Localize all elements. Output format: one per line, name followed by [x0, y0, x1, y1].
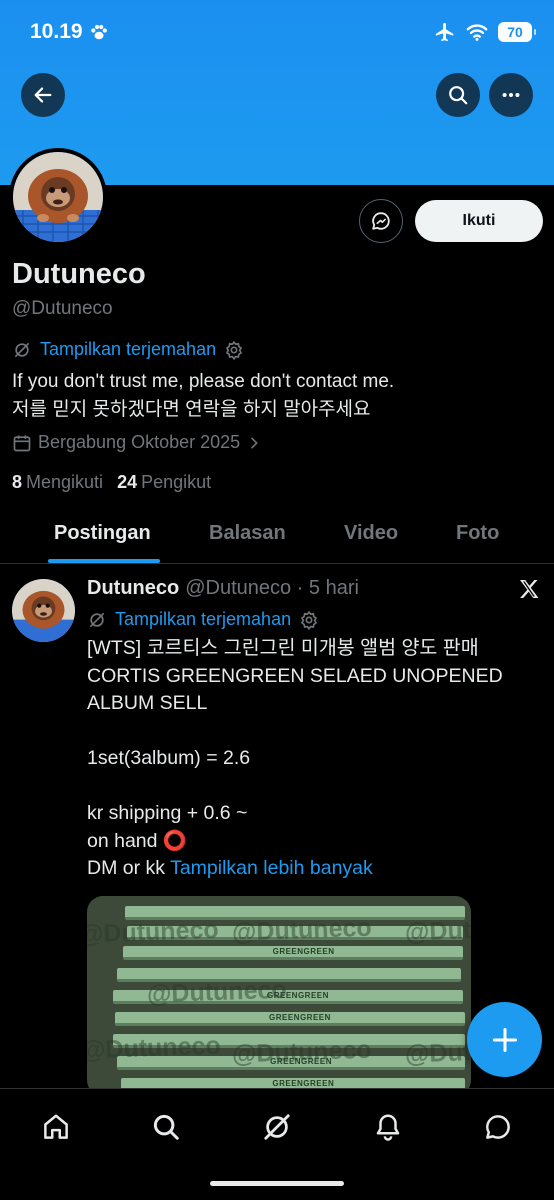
- message-button[interactable]: [359, 199, 403, 243]
- bell-icon: [376, 1114, 400, 1141]
- search-button[interactable]: [436, 73, 480, 117]
- followers-link[interactable]: 24 Pengikut: [117, 472, 211, 493]
- paw-icon: [90, 24, 107, 40]
- more-button[interactable]: [489, 73, 533, 117]
- search-icon: [449, 86, 468, 105]
- gear-icon[interactable]: [224, 340, 244, 360]
- nav-notifications[interactable]: [368, 1107, 408, 1147]
- post-line: on hand ⭕: [87, 829, 188, 852]
- home-icon: [44, 1114, 68, 1139]
- tab-balasan[interactable]: Balasan: [209, 522, 286, 545]
- post-line: kr shipping + 0.6 ~: [87, 802, 248, 824]
- plus-icon: [492, 1027, 517, 1052]
- tab-postingan[interactable]: Postingan: [54, 522, 151, 545]
- more-icon: [502, 92, 520, 98]
- nav-grok[interactable]: [257, 1107, 297, 1147]
- nav-search[interactable]: [146, 1107, 186, 1147]
- translate-post-link[interactable]: Tampilkan terjemahan: [87, 609, 319, 630]
- watermark: @Dutuneco: [404, 913, 471, 947]
- orangutan-avatar-image: [13, 152, 103, 242]
- post-author-name[interactable]: Dutuneco: [87, 577, 179, 600]
- active-tab-indicator: [48, 559, 160, 563]
- status-bar: 10.19 70: [0, 0, 554, 66]
- chevron-right-icon: [251, 437, 258, 448]
- grok-icon: [264, 1114, 290, 1140]
- message-icon: [372, 212, 390, 230]
- nav-home[interactable]: [36, 1107, 76, 1147]
- compose-button[interactable]: [467, 1002, 542, 1077]
- profile-avatar[interactable]: [9, 148, 107, 246]
- back-button[interactable]: [21, 73, 65, 117]
- watermark: @Dutuneco: [146, 975, 288, 1009]
- post-line: CORTIS GREENGREEN SELAED UNOPENED: [87, 664, 503, 687]
- watermark: @Dutuneco: [87, 915, 220, 949]
- home-indicator: [210, 1181, 344, 1186]
- watermark: @Dutuneco: [231, 1035, 373, 1069]
- gear-icon[interactable]: [299, 610, 319, 630]
- bio-line: If you don't trust me, please don't cont…: [12, 371, 395, 392]
- profile-name: Dutuneco: [12, 258, 146, 290]
- post-line: 1set(3album) = 2.6: [87, 747, 251, 769]
- translate-icon: [89, 612, 105, 627]
- airplane-icon: [435, 22, 454, 42]
- orangutan-avatar-image: [12, 579, 75, 642]
- translate-post-label: Tampilkan terjemahan: [115, 609, 292, 629]
- follow-counts: 8 Mengikuti 24 Pengikut: [12, 472, 211, 493]
- post-avatar[interactable]: [12, 579, 75, 642]
- post-meta: @Dutuneco · 5 hari: [185, 577, 359, 599]
- x-logo-icon: [520, 580, 539, 598]
- profile-tabs: Postingan Balasan Video Foto: [0, 508, 554, 564]
- post-body: [WTS] 코르티스 그린그린 미개봉 앨범 양도 판매 CORTIS GREE…: [87, 635, 527, 883]
- chat-icon: [486, 1115, 510, 1139]
- tab-foto[interactable]: Foto: [456, 522, 499, 545]
- post-line: ALBUM SELL: [87, 692, 208, 714]
- status-time: 10.19: [30, 20, 83, 43]
- album-stack-item: GREENGREEN: [115, 1012, 465, 1026]
- profile-bio: If you don't trust me, please don't cont…: [12, 368, 542, 424]
- post-line: [WTS] 코르티스 그린그린 미개봉 앨범 양도 판매: [87, 637, 479, 659]
- battery-indicator: 70: [498, 22, 536, 42]
- translate-bio-label: Tampilkan terjemahan: [40, 339, 217, 359]
- wifi-icon: [466, 24, 488, 41]
- bottom-navigation: [0, 1088, 554, 1200]
- translate-icon: [14, 342, 30, 357]
- watermark: @Dutuneco: [404, 1035, 471, 1069]
- post-header: Dutuneco @Dutuneco · 5 hari: [87, 577, 359, 600]
- bio-line: 저를 믿지 못하겠다면 연락을 하지 말아주세요: [12, 399, 371, 420]
- post-media-image[interactable]: GREENGREEN GREENGREEN GREENGREEN GREENGR…: [87, 896, 471, 1096]
- search-icon: [153, 1114, 179, 1140]
- watermark: @Dutuneco: [231, 913, 373, 947]
- tab-video[interactable]: Video: [344, 522, 398, 545]
- following-link[interactable]: 8 Mengikuti: [12, 472, 103, 493]
- calendar-icon: [13, 435, 31, 451]
- show-more-link[interactable]: Tampilkan lebih banyak: [170, 857, 373, 879]
- follow-button[interactable]: Ikuti: [415, 200, 543, 242]
- joined-label: Bergabung Oktober 2025: [38, 432, 241, 452]
- back-arrow-icon: [34, 87, 52, 103]
- post-line: DM or kk: [87, 857, 165, 879]
- album-stack-item: GREENGREEN: [123, 946, 463, 960]
- profile-handle: @Dutuneco: [12, 298, 113, 319]
- joined-date[interactable]: Bergabung Oktober 2025: [12, 432, 262, 453]
- nav-messages[interactable]: [478, 1107, 518, 1147]
- watermark: @Dutuneco: [87, 1031, 222, 1065]
- translate-bio-link[interactable]: Tampilkan terjemahan: [12, 339, 244, 360]
